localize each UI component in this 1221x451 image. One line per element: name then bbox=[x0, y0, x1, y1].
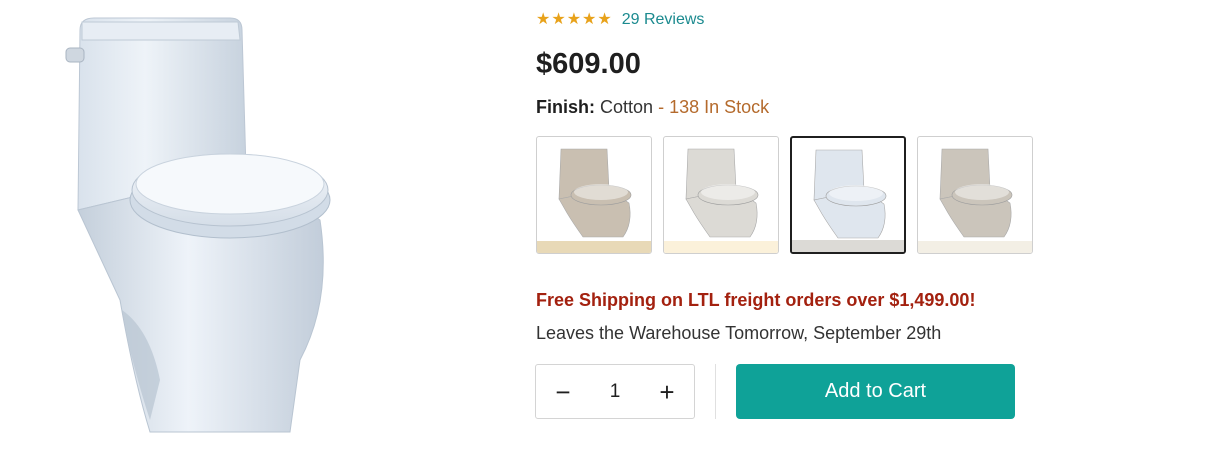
divider bbox=[715, 364, 716, 419]
finish-value: Cotton bbox=[600, 97, 654, 117]
star-icon: ★ bbox=[566, 11, 582, 28]
stock-status: - 138 In Stock bbox=[658, 97, 770, 117]
swatch-color-bar bbox=[664, 241, 778, 253]
finish-swatch[interactable] bbox=[790, 136, 906, 254]
star-icon: ★ bbox=[551, 11, 566, 28]
product-image bbox=[50, 0, 350, 440]
toilet-thumbnail bbox=[939, 148, 1013, 238]
star-icon: ★ bbox=[597, 11, 612, 28]
star-icon: ★ bbox=[536, 11, 551, 28]
finish-row: Finish: Cotton - 138 In Stock bbox=[536, 96, 769, 118]
ship-date: Leaves the Warehouse Tomorrow, September… bbox=[536, 323, 942, 343]
quantity-stepper: − 1 + bbox=[535, 364, 695, 419]
toilet-thumbnail bbox=[558, 148, 632, 238]
swatch-color-bar bbox=[918, 241, 1032, 253]
product-price: $609.00 bbox=[536, 48, 641, 80]
finish-swatch[interactable] bbox=[663, 136, 779, 254]
add-to-cart-button[interactable]: Add to Cart bbox=[736, 364, 1015, 419]
shipping-promo: Free Shipping on LTL freight orders over… bbox=[536, 290, 976, 310]
swatch-color-bar bbox=[792, 240, 904, 252]
star-rating: ★ ★ ★ ★ ★ bbox=[536, 10, 612, 30]
finish-swatch[interactable] bbox=[536, 136, 652, 254]
quantity-decrease-button[interactable]: − bbox=[550, 379, 576, 405]
product-page: ★ ★ ★ ★ ★ 29 Reviews $609.00 Finish: Cot… bbox=[0, 0, 1221, 451]
quantity-increase-button[interactable]: + bbox=[654, 379, 680, 405]
reviews-link[interactable]: 29 Reviews bbox=[622, 10, 705, 30]
quantity-input[interactable]: 1 bbox=[595, 381, 635, 403]
finish-label: Finish: bbox=[536, 97, 595, 117]
swatch-color-bar bbox=[537, 241, 651, 253]
toilet-image bbox=[65, 17, 331, 433]
finish-swatches bbox=[536, 136, 1033, 254]
star-icon: ★ bbox=[582, 11, 597, 28]
toilet-thumbnail bbox=[685, 148, 759, 238]
toilet-thumbnail bbox=[813, 149, 887, 239]
rating-row: ★ ★ ★ ★ ★ 29 Reviews bbox=[536, 10, 704, 30]
finish-swatch[interactable] bbox=[917, 136, 1033, 254]
